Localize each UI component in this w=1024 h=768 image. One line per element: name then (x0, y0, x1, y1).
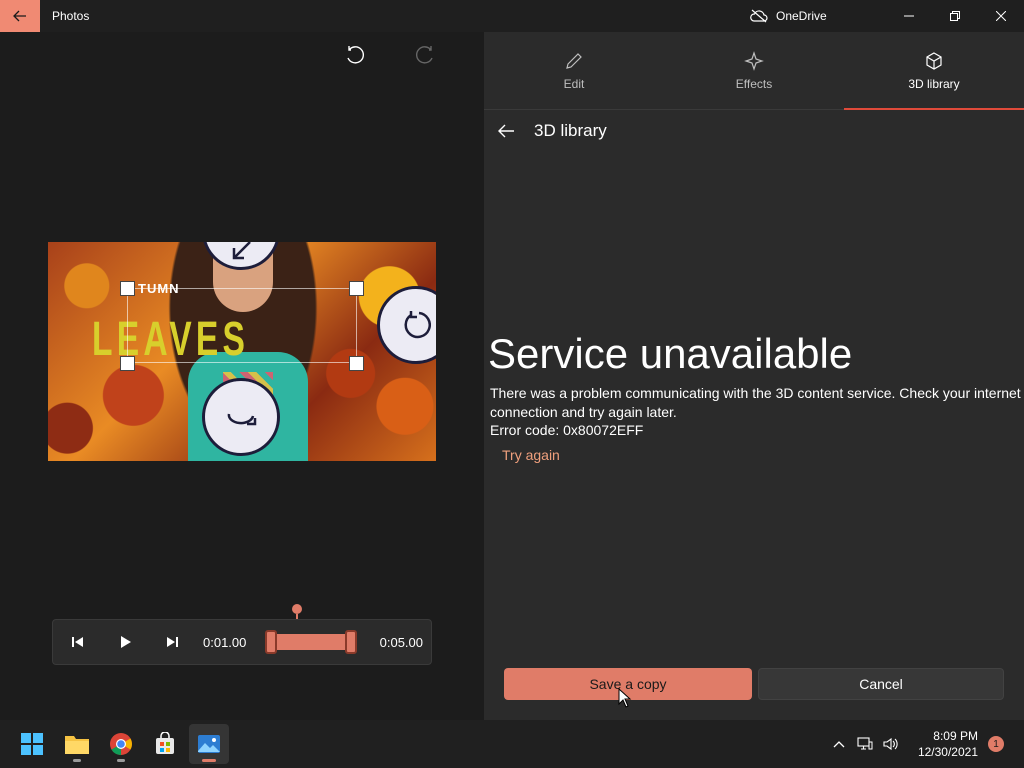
close-icon (996, 11, 1006, 21)
tab-3d-library-label: 3D library (908, 76, 960, 91)
end-time: 0:05.00 (379, 634, 423, 650)
chrome-icon (110, 733, 132, 755)
try-again-link[interactable]: Try again (502, 447, 560, 463)
active-tab-indicator (844, 108, 1024, 110)
step-back-icon (72, 637, 83, 647)
current-time: 0:01.00 (203, 634, 247, 650)
step-forward-button[interactable] (149, 619, 197, 665)
resize-handle-top-left[interactable] (120, 281, 135, 296)
restore-icon (950, 11, 960, 21)
cloud-off-icon (750, 9, 768, 23)
show-hidden-icons-button[interactable] (826, 720, 852, 768)
clock-time: 8:09 PM (933, 729, 978, 743)
video-preview[interactable]: TUMN LEAVES (48, 242, 436, 461)
step-back-button[interactable] (53, 619, 101, 665)
network-icon (857, 737, 873, 750)
running-indicator (73, 759, 81, 762)
close-button[interactable] (978, 0, 1024, 32)
tab-bar: Edit Effects 3D library (484, 32, 1024, 110)
cancel-button[interactable]: Cancel (758, 668, 1004, 700)
notification-badge[interactable]: 1 (988, 736, 1004, 752)
undo-button[interactable] (344, 44, 368, 68)
taskbar-photos[interactable] (189, 724, 229, 764)
store-icon (156, 732, 174, 754)
taskbar: 8:09 PM 12/30/2021 1 (0, 720, 1024, 768)
redo-icon (416, 46, 433, 64)
cube-icon (926, 51, 942, 70)
mouse-cursor-icon (618, 688, 632, 708)
error-title: Service unavailable (488, 330, 853, 377)
play-button[interactable] (101, 619, 149, 665)
panel-title: 3D library (534, 121, 607, 140)
app-title: Photos (52, 9, 90, 23)
trim-end-handle[interactable] (345, 630, 357, 654)
arrow-diagonal-icon (232, 242, 251, 260)
arrow-left-icon (13, 10, 26, 22)
network-button[interactable] (852, 720, 878, 768)
tab-edit-label: Edit (563, 76, 585, 91)
pencil-icon (566, 52, 582, 69)
trim-bar[interactable] (265, 630, 357, 654)
taskbar-file-explorer[interactable] (57, 724, 97, 764)
resize-handle-top-right[interactable] (349, 281, 364, 296)
volume-button[interactable] (878, 720, 904, 768)
error-code: Error code: 0x80072EFF (490, 422, 644, 438)
play-icon (121, 636, 131, 648)
title-bar: Photos OneDrive (0, 0, 1024, 32)
side-panel: Edit Effects 3D library 3D library Servi… (484, 32, 1024, 720)
running-indicator (117, 759, 125, 762)
running-indicator (202, 759, 216, 762)
start-button[interactable] (12, 724, 52, 764)
clock-date: 12/30/2021 (917, 745, 978, 759)
arrow-left-icon (498, 124, 514, 138)
file-explorer-icon (65, 736, 89, 754)
start-icon (21, 733, 43, 755)
system-tray: 8:09 PM 12/30/2021 1 (826, 720, 1024, 768)
playback-bar: 0:01.00 0:05.00 (52, 619, 432, 665)
minimize-button[interactable] (886, 0, 932, 32)
onedrive-button[interactable]: OneDrive (750, 0, 827, 32)
editor-area: TUMN LEAVES 0:01.00 0:05.00 (0, 32, 484, 720)
resize-handle-bottom-left[interactable] (120, 356, 135, 371)
selection-box[interactable] (127, 288, 357, 363)
chevron-up-icon (833, 741, 845, 748)
panel-back-button[interactable] (492, 117, 520, 145)
sparkle-icon (744, 50, 764, 71)
panel-header: 3D library (484, 110, 1024, 152)
clock[interactable]: 8:09 PM 12/30/2021 (918, 728, 978, 760)
trim-start-handle[interactable] (265, 630, 277, 654)
taskbar-chrome[interactable] (101, 724, 141, 764)
tab-effects[interactable]: Effects (664, 32, 844, 109)
tab-3d-library[interactable]: 3D library (844, 32, 1024, 109)
taskbar-store[interactable] (145, 724, 185, 764)
restore-button[interactable] (932, 0, 978, 32)
redo-button[interactable] (412, 44, 436, 68)
rotate-horizontal-icon (227, 413, 257, 426)
tab-effects-label: Effects (735, 76, 773, 91)
tab-edit[interactable]: Edit (484, 32, 664, 109)
back-button[interactable] (0, 0, 40, 32)
rotate-vertical-icon (404, 311, 431, 339)
rotate-x-handle[interactable] (202, 378, 280, 456)
error-message: There was a problem communicating with t… (490, 385, 1021, 420)
onedrive-label: OneDrive (776, 9, 827, 23)
resize-handle-bottom-right[interactable] (349, 356, 364, 371)
volume-icon (883, 737, 898, 751)
playhead-dot[interactable] (292, 604, 302, 614)
rotate-z-handle[interactable] (377, 286, 436, 364)
step-forward-icon (167, 637, 178, 647)
undo-icon (347, 46, 364, 64)
minimize-icon (904, 15, 914, 17)
photos-icon (198, 735, 220, 753)
